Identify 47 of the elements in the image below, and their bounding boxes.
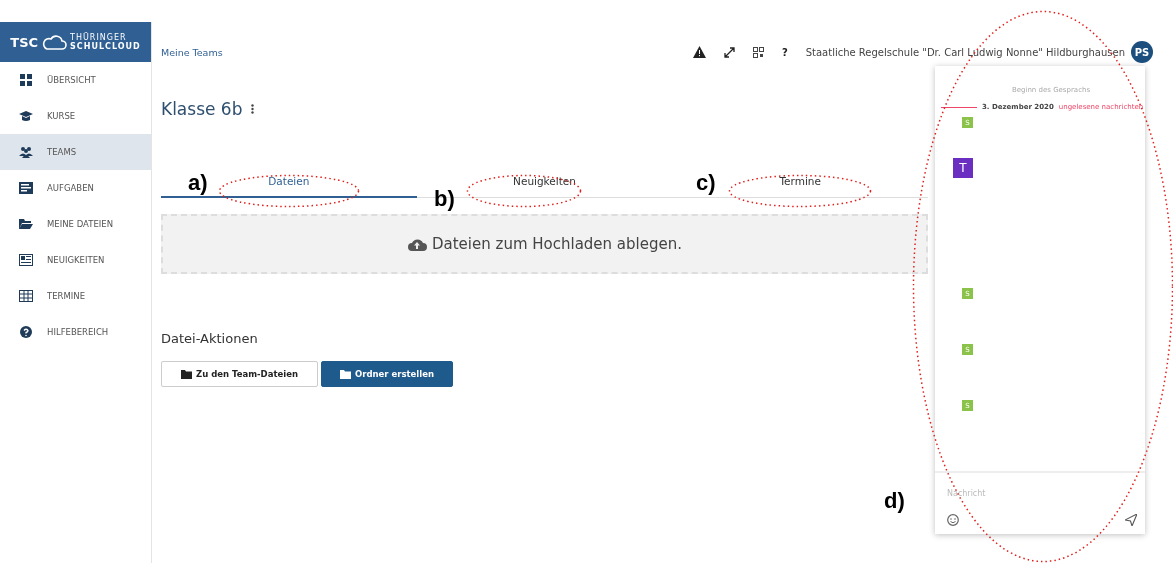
sidebar-item[interactable]: MEINE DATEIEN [0,206,151,242]
logo-text: THÜRINGER [70,33,128,42]
tab[interactable]: Termine [773,175,827,187]
annotation-label: a) [188,170,208,196]
sidebar-item[interactable]: AUFGABEN [0,170,151,206]
cloud-upload-icon [407,237,427,251]
help-icon [19,326,33,338]
newspaper-icon [19,254,33,266]
cloud-icon [41,34,68,50]
more-options-icon[interactable] [251,104,255,114]
folder-icon [340,369,351,379]
user-avatar[interactable]: PS [1131,41,1153,63]
dropzone-text: Dateien zum Hochladen ablegen. [432,235,682,253]
folder-icon [181,369,192,379]
sidebar-item[interactable]: HILFEBEREICH [0,314,151,350]
logo[interactable]: TSC THÜRINGER SCHULCLOUD [0,22,151,62]
logo-text: TSC [10,34,39,50]
tab[interactable]: Dateien [262,175,316,187]
page-title: Klasse 6b [161,99,243,119]
sidebar-item[interactable]: ÜBERSICHT [0,62,151,98]
help-button[interactable]: ? [781,46,788,58]
sidebar-item[interactable]: TERMINE [0,278,151,314]
grid-icon [19,74,33,86]
calendar-icon [19,290,33,302]
annotation-label: c) [696,170,716,196]
list-icon [19,182,33,194]
annotation-label: d) [884,488,905,514]
qr-code-icon[interactable] [752,46,764,58]
sidebar-item[interactable]: TEAMS [0,134,151,170]
sidebar-item[interactable]: NEUIGKEITEN [0,242,151,278]
section-heading: Datei-Aktionen [161,331,259,346]
annotation-label: b) [434,186,455,212]
breadcrumb-link[interactable]: Meine Teams [161,46,223,58]
sender-avatar: T [953,158,973,178]
logo-text: SCHULCLOUD [70,42,141,51]
create-folder-button[interactable]: Ordner erstellen [321,361,453,387]
team-files-button[interactable]: Zu den Team-Dateien [161,361,318,387]
graduation-cap-icon [19,110,33,122]
folder-icon [19,218,33,230]
school-name: Staatliche Regelschule "Dr. Carl Ludwig Nonne" Hildburghausen [805,46,1125,58]
warning-icon[interactable] [692,46,706,58]
expand-icon[interactable] [723,46,735,58]
file-dropzone[interactable]: Dateien zum Hochladen ablegen. [161,214,928,274]
sidebar-item[interactable]: KURSE [0,98,151,134]
send-icon[interactable] [1125,514,1137,526]
emoji-icon[interactable] [947,514,959,526]
people-icon [19,146,33,158]
